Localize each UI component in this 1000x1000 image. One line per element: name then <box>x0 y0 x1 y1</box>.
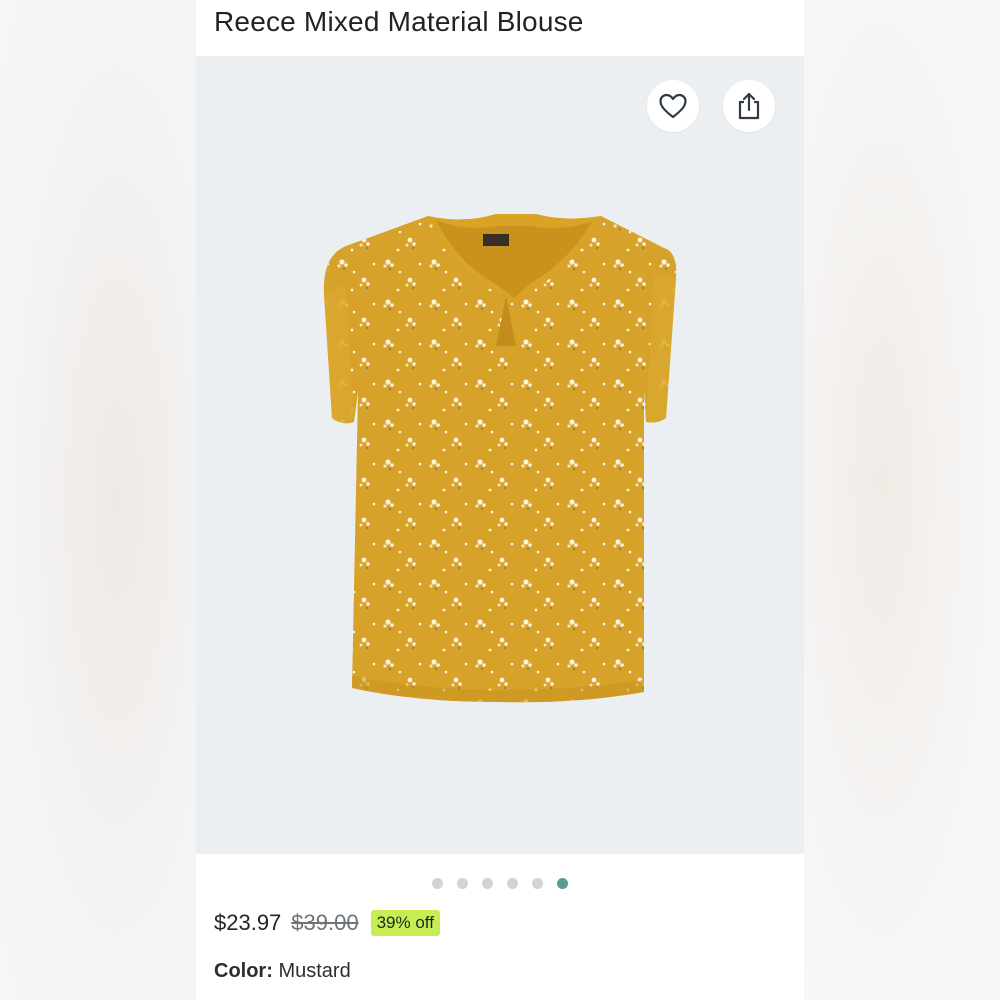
share-button[interactable] <box>723 80 775 132</box>
product-title: Reece Mixed Material Blouse <box>214 6 584 37</box>
blurred-background-right <box>804 0 1000 1000</box>
pagination-dot[interactable] <box>432 878 443 889</box>
color-info: Color: Mustard <box>214 960 351 983</box>
sale-price: $23.97 <box>214 910 282 935</box>
heart-icon <box>659 93 687 119</box>
pagination-dot[interactable] <box>507 878 518 889</box>
share-icon <box>738 92 760 120</box>
carousel-pagination <box>196 878 804 890</box>
color-label: Color: <box>214 960 273 982</box>
pagination-dot[interactable] <box>457 878 468 889</box>
color-value: Mustard <box>278 960 351 982</box>
favorite-button[interactable] <box>647 80 699 132</box>
pagination-dot-active[interactable] <box>557 878 568 889</box>
original-price: $39.00 <box>291 910 359 935</box>
blurred-background-left <box>0 0 196 1000</box>
price-row: $23.97 $39.00 39% off <box>214 906 440 940</box>
pagination-dot[interactable] <box>482 878 493 889</box>
product-screen: Reece Mixed Material Blouse $23.97 $39.0… <box>196 0 804 1000</box>
discount-badge: 39% off <box>370 910 440 936</box>
pagination-dot[interactable] <box>532 878 543 889</box>
product-image <box>323 214 677 703</box>
product-image-carousel[interactable] <box>196 56 804 854</box>
